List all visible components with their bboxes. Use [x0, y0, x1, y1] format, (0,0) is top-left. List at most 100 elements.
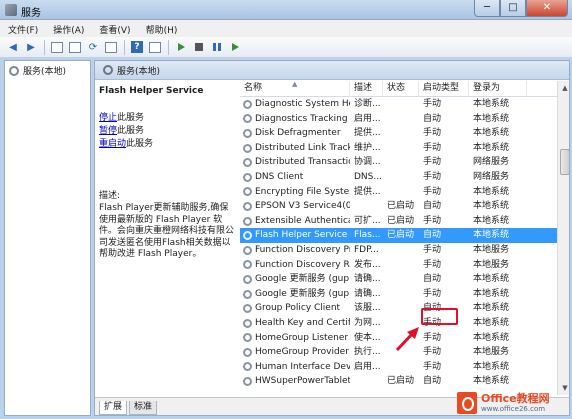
tab-extended[interactable]: 扩展 — [99, 400, 128, 415]
window-title: 服务 — [21, 8, 41, 19]
service-name-cell: Function Discovery Pr... — [240, 243, 350, 258]
service-row[interactable]: DNS Client DNS... 手动 网络服务 — [240, 170, 557, 185]
column-header-startup-type[interactable]: 启动类型 — [419, 81, 469, 97]
service-row[interactable]: Distributed Transaction... 协调... 手动 网络服务 — [240, 155, 557, 170]
stop-service-link[interactable]: 停止 — [99, 110, 117, 123]
service-gear-icon — [243, 114, 252, 124]
restart-service-icon[interactable] — [228, 40, 242, 54]
stop-action: 停止 此服务 — [99, 110, 236, 123]
console-tree-icon[interactable] — [50, 40, 64, 54]
service-description-cell: 发布... — [354, 259, 381, 270]
column-header-description[interactable]: 描述 — [350, 81, 383, 97]
minimize-button[interactable]: ─ — [474, 0, 500, 17]
properties-icon[interactable] — [68, 40, 82, 54]
start-service-icon[interactable] — [174, 40, 188, 54]
service-name-cell: Distributed Transaction... — [240, 155, 350, 170]
service-gear-icon — [243, 128, 252, 138]
service-name-cell: Google 更新服务 (gup... — [240, 287, 350, 302]
service-startup-type-cell: 手动 — [423, 244, 442, 255]
service-gear-icon — [243, 158, 252, 168]
service-name-text: HomeGroup Listener — [255, 332, 349, 343]
service-name-cell: Human Interface Devi... — [240, 360, 350, 375]
pause-service-link[interactable]: 暂停 — [99, 123, 117, 136]
service-description-cell: 该服... — [354, 303, 381, 314]
service-gear-icon — [243, 333, 252, 343]
service-row[interactable]: Extensible Authenticat... 可扩... 已启动手动 本地系统 — [240, 214, 557, 229]
forward-arrow-icon[interactable]: ▶ — [24, 40, 38, 54]
service-row[interactable]: Encrypting File System ... 提供... 手动 本地系统 — [240, 185, 557, 200]
stop-service-icon[interactable] — [192, 40, 206, 54]
service-row[interactable]: Distributed Link Track... 维护... 手动 本地系统 — [240, 141, 557, 156]
service-logon-cell: 本地系统 — [473, 128, 510, 139]
service-description-cell: 启用... — [354, 113, 381, 124]
service-name-cell: HomeGroup Provider — [240, 345, 350, 360]
column-header-name[interactable]: 名称 ▲ — [240, 81, 350, 97]
service-row[interactable]: Human Interface Devi... 启用... 手动 本地系统 — [240, 360, 557, 375]
service-row[interactable]: Function Discovery Pr... FDP... 手动 本地服务 — [240, 243, 557, 258]
service-startup-type-cell: 手动 — [423, 361, 442, 372]
scroll-up-icon[interactable]: ▲ — [558, 81, 569, 95]
scroll-thumb[interactable] — [560, 149, 569, 175]
service-description-cell: 可扩... — [354, 215, 381, 226]
service-description-cell — [350, 374, 383, 389]
service-name-text: Group Policy Client — [255, 303, 341, 314]
service-row[interactable]: Function Discovery Re... 发布... 手动 本地服务 — [240, 258, 557, 273]
description-label: 描述: — [99, 191, 121, 201]
column-header-log-on-as[interactable]: 登录为 — [469, 81, 527, 97]
export-list-icon[interactable] — [104, 40, 118, 54]
service-name-text: Diagnostics Tracking ... — [255, 113, 350, 124]
service-name-text: Flash Helper Service — [255, 230, 348, 241]
description-text: Flash Player更新辅助服务,确保使用最新版的 Flash Player… — [99, 203, 235, 259]
watermark-url: www.office26.com — [481, 405, 546, 413]
service-logon-cell: 本地系统 — [473, 332, 510, 343]
service-name-cell: EPSON V3 Service4(05) — [240, 199, 350, 214]
service-gear-icon — [243, 260, 252, 270]
services-pane: 服务(本地) Flash Helper Service 停止 此服务 暂停 此服务 … — [94, 60, 570, 416]
maximize-button[interactable]: □ — [500, 0, 526, 17]
properties-pane-icon[interactable] — [148, 40, 162, 54]
startup-type-highlight-box — [421, 308, 458, 325]
help-icon[interactable]: ? — [130, 40, 144, 54]
service-row[interactable]: Group Policy Client 该服... 自动 本地系统 — [240, 301, 557, 316]
service-row[interactable]: EPSON V3 Service4(05) 已启动自动 本地系统 — [240, 199, 557, 214]
service-status-cell — [383, 243, 419, 258]
back-arrow-icon[interactable]: ◀ — [6, 40, 20, 54]
service-gear-icon — [243, 289, 252, 299]
service-gear-icon — [243, 362, 252, 372]
service-row[interactable]: Google 更新服务 (gup... 请确... 自动 本地系统 — [240, 272, 557, 287]
service-gear-icon — [243, 304, 252, 314]
service-status-cell — [383, 185, 419, 200]
service-logon-cell: 本地系统 — [473, 274, 510, 285]
service-name-text: Human Interface Devi... — [255, 361, 350, 372]
service-description-cell: 协调... — [354, 157, 381, 168]
service-logon-cell: 本地系统 — [473, 99, 510, 109]
service-row[interactable]: Flash Helper Service Flas... 已启动 自动 本地系统 — [240, 228, 557, 243]
services-app-icon — [5, 4, 17, 16]
menu-view[interactable]: 查看(V) — [91, 20, 137, 37]
tree-item-services-local[interactable]: 服务(本地) — [5, 61, 90, 80]
stop-action-suffix: 此服务 — [117, 112, 145, 123]
service-logon-cell: 本地系统 — [473, 361, 510, 372]
menu-file[interactable]: 文件(F) — [0, 20, 45, 37]
close-button[interactable]: ✕ — [526, 0, 568, 17]
pause-service-icon[interactable] — [210, 40, 224, 54]
restart-service-link[interactable]: 重启动 — [99, 136, 126, 149]
service-logon-cell: 本地系统 — [473, 113, 510, 124]
service-name-text: Distributed Link Track... — [255, 142, 350, 153]
service-logon-cell: 网络服务 — [473, 171, 510, 182]
column-header-status[interactable]: 状态 — [383, 81, 419, 97]
service-startup-type-cell: 自动 — [423, 201, 442, 212]
service-row[interactable]: Diagnostic System Host 诊断... 手动 本地系统 — [240, 97, 557, 112]
refresh-icon[interactable]: ⟳ — [86, 40, 100, 54]
service-startup-type-cell: 手动 — [423, 128, 442, 139]
tab-standard[interactable]: 标准 — [129, 400, 158, 415]
service-row[interactable]: Google 更新服务 (gup... 请确... 手动 本地系统 — [240, 287, 557, 302]
service-row[interactable]: Diagnostics Tracking ... 启用... 自动 本地系统 — [240, 112, 557, 127]
vertical-scrollbar[interactable]: ▲ ▼ — [557, 81, 569, 395]
toolbar-separator — [44, 39, 45, 55]
service-gear-icon — [243, 172, 252, 182]
service-row[interactable]: HWSuperPowerTablet 已启动 自动 本地系统 — [240, 374, 557, 389]
service-row[interactable]: Disk Defragmenter 提供... 手动 本地系统 — [240, 126, 557, 141]
menu-action[interactable]: 操作(A) — [45, 20, 91, 37]
menu-help[interactable]: 帮助(H) — [138, 20, 185, 37]
